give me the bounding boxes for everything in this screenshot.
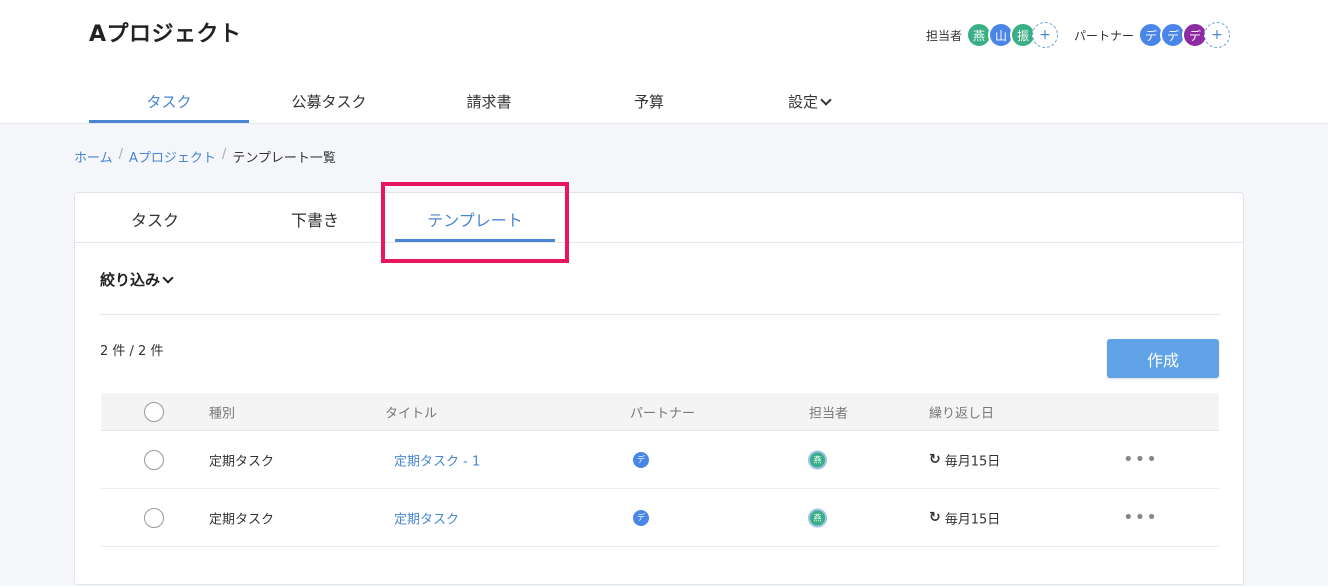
- add-partner-button[interactable]: +: [1204, 22, 1230, 48]
- partner-label: パートナー: [1073, 28, 1134, 43]
- assignee-avatars: 燕 山 振 +: [965, 22, 1058, 48]
- more-options-icon[interactable]: •••: [1123, 450, 1158, 468]
- row-title-link[interactable]: 定期タスク: [394, 508, 459, 527]
- template-list-card: タスク 下書き テンプレート 絞り込み 2 件 / 2 件 作成 種別 タイトル…: [74, 182, 1244, 585]
- assignee-avatar: 燕: [808, 450, 827, 469]
- app-header: Aプロジェクト 担当者 燕 山 振 + パートナー デ デ デ + タスク 公募…: [0, 0, 1328, 124]
- row-type: 定期タスク: [209, 454, 275, 469]
- partner-avatar: デ: [633, 509, 649, 526]
- partner-avatars: デ デ デ +: [1138, 22, 1230, 48]
- subtab-templates[interactable]: テンプレート: [395, 193, 555, 242]
- row-select-radio[interactable]: [144, 449, 164, 470]
- repeat-day-text: 毎月15日: [944, 454, 1001, 469]
- partner-avatar: デ: [633, 451, 649, 468]
- breadcrumb-current: テンプレート一覧: [232, 151, 336, 166]
- tab-public-tasks[interactable]: 公募タスク: [249, 78, 409, 123]
- assignee-label: 担当者: [925, 28, 962, 43]
- column-header-partner: パートナー: [630, 406, 696, 421]
- chevron-down-icon: [162, 272, 174, 284]
- create-button[interactable]: 作成: [1107, 339, 1219, 378]
- column-header-title: タイトル: [385, 406, 438, 421]
- template-table: 種別 タイトル パートナー 担当者 繰り返し日 定期タスク 定期タスク - 1 …: [101, 393, 1219, 547]
- select-all-radio[interactable]: [144, 401, 164, 422]
- breadcrumb-separator: /: [118, 147, 124, 162]
- row-repeat-day: ↻ 毎月15日: [929, 450, 1001, 470]
- row-title-link[interactable]: 定期タスク - 1: [394, 450, 480, 469]
- subtab-drafts[interactable]: 下書き: [235, 193, 395, 242]
- result-count: 2 件 / 2 件: [100, 344, 164, 359]
- add-assignee-button[interactable]: +: [1031, 22, 1058, 48]
- row-type: 定期タスク: [209, 512, 275, 527]
- table-row[interactable]: 定期タスク 定期タスク - 1 デ 燕 ↻ 毎月15日 •••: [101, 431, 1219, 489]
- repeat-icon: ↻: [929, 509, 941, 526]
- divider: [100, 314, 1220, 315]
- tab-invoices[interactable]: 請求書: [409, 78, 569, 123]
- tab-settings-label: 設定: [787, 93, 818, 111]
- column-header-repeat-day: 繰り返し日: [929, 406, 995, 421]
- project-members: 担当者 燕 山 振 + パートナー デ デ デ +: [926, 22, 1230, 48]
- breadcrumb: ホーム / Aプロジェクト / テンプレート一覧: [74, 147, 336, 166]
- tab-budget[interactable]: 予算: [569, 78, 729, 123]
- tab-tasks[interactable]: タスク: [89, 78, 249, 123]
- column-header-assignee: 担当者: [809, 406, 849, 421]
- sub-tabs: タスク 下書き テンプレート: [75, 193, 1243, 243]
- project-title: Aプロジェクト: [89, 22, 242, 47]
- more-options-icon[interactable]: •••: [1123, 508, 1158, 526]
- table-header: 種別 タイトル パートナー 担当者 繰り返し日: [101, 393, 1219, 431]
- repeat-icon: ↻: [929, 451, 941, 468]
- filter-toggle[interactable]: 絞り込み: [100, 269, 174, 290]
- breadcrumb-project-link[interactable]: Aプロジェクト: [129, 147, 216, 166]
- column-header-type: 種別: [209, 406, 236, 421]
- breadcrumb-separator: /: [221, 147, 227, 162]
- table-row[interactable]: 定期タスク 定期タスク デ 燕 ↻ 毎月15日 •••: [101, 489, 1219, 547]
- main-nav: タスク 公募タスク 請求書 予算 設定: [89, 78, 1229, 124]
- breadcrumb-home-link[interactable]: ホーム: [74, 147, 113, 166]
- repeat-day-text: 毎月15日: [944, 512, 1001, 527]
- row-repeat-day: ↻ 毎月15日: [929, 508, 1001, 528]
- subtab-tasks[interactable]: タスク: [75, 193, 235, 242]
- chevron-down-icon: [820, 94, 832, 106]
- tab-settings[interactable]: 設定: [729, 78, 889, 123]
- row-select-radio[interactable]: [144, 507, 164, 528]
- assignee-avatar: 燕: [808, 508, 827, 527]
- filter-label: 絞り込み: [100, 271, 161, 289]
